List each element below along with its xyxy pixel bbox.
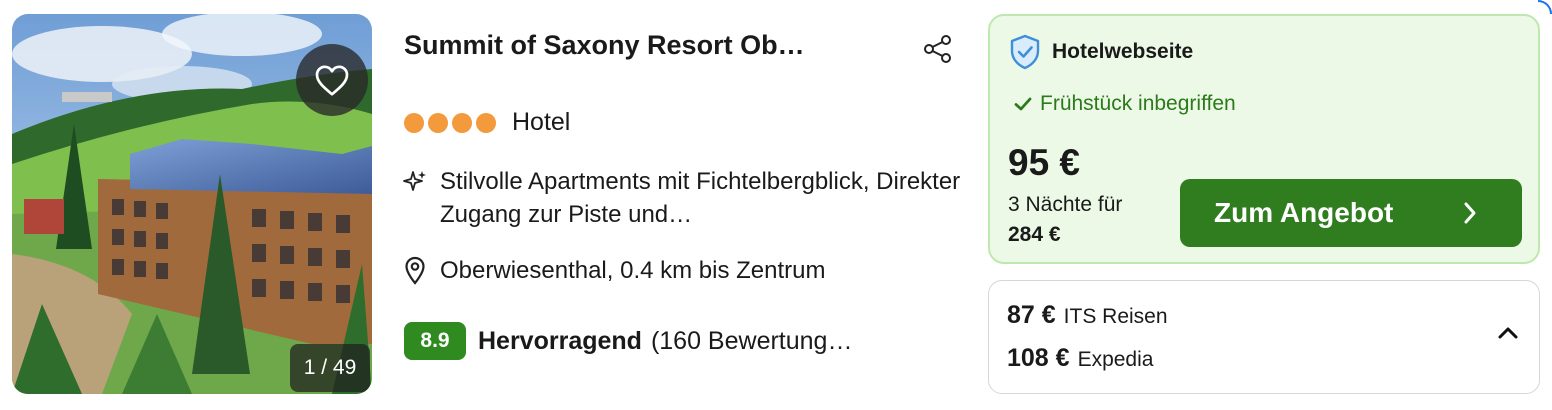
offer-price: 87 € [1007, 301, 1056, 329]
offer-provider: Expedia [1077, 348, 1154, 371]
guest-rating[interactable]: 8.9 Hervorragend (160 Bewertung… [404, 322, 852, 360]
highlight-text: Stilvolle Apartments mit Fichtelbergblic… [440, 168, 961, 228]
star-dot [428, 112, 448, 133]
nightly-price: 95 € [1008, 142, 1081, 183]
chevron-right-icon [1464, 202, 1476, 224]
checkmark-icon [1014, 97, 1032, 111]
photo-counter: 1 / 49 [290, 344, 370, 392]
breakfast-text: Frühstück inbegriffen [1040, 92, 1236, 115]
hotel-highlight: Stilvolle Apartments mit Fichtelbergblic… [402, 165, 980, 231]
view-deal-button[interactable]: Zum Angebot [1180, 179, 1522, 247]
shield-check-icon [1010, 34, 1040, 70]
total-price-info: 3 Nächte für 284 € [1008, 190, 1122, 250]
star-dot [476, 112, 496, 133]
deal-provider-name: Hotelwebseite [1052, 40, 1194, 63]
star-dot [404, 112, 424, 133]
best-deal-box[interactable]: Hotelwebseite Frühstück inbegriffen 95 €… [988, 14, 1540, 264]
star-dot [452, 112, 472, 133]
offer-provider: ITS Reisen [1063, 305, 1168, 328]
offer-price: 108 € [1007, 344, 1070, 372]
rating-label: Hervorragend [478, 326, 642, 355]
offer-row[interactable]: 108 € Expedia [1007, 344, 1153, 373]
total-price: 284 € [1008, 223, 1061, 246]
hotel-result-card[interactable]: 1 / 49 Summit of Saxony Resort Ob… Hotel… [0, 0, 1552, 410]
share-button[interactable] [922, 33, 954, 65]
location-pin-icon [405, 256, 425, 285]
favorite-button[interactable] [296, 44, 368, 116]
other-offers-box[interactable]: 87 € ITS Reisen 108 € Expedia [988, 280, 1540, 394]
chevron-up-icon [1498, 327, 1518, 339]
sparkle-icon [403, 171, 426, 191]
deal-provider: Hotelwebseite [1008, 34, 1193, 70]
nights-text: 3 Nächte für [1008, 193, 1123, 216]
accommodation-type: Hotel [512, 108, 571, 136]
heart-icon [315, 65, 349, 96]
hotel-location[interactable]: Oberwiesenthal, 0.4 km bis Zentrum [404, 256, 826, 286]
share-icon [924, 35, 951, 63]
breakfast-included: Frühstück inbegriffen [1014, 92, 1236, 116]
star-rating [404, 112, 500, 133]
card-focus-outline [1538, 0, 1552, 14]
hotel-name[interactable]: Summit of Saxony Resort Ob… [404, 30, 805, 61]
collapse-offers-button[interactable] [1497, 325, 1519, 346]
hotel-photo[interactable]: 1 / 49 [12, 14, 372, 394]
hotel-category: Hotel [404, 108, 570, 137]
location-text: Oberwiesenthal, 0.4 km bis Zentrum [440, 257, 826, 284]
review-count: (160 Bewertung… [650, 326, 853, 355]
offer-row[interactable]: 87 € ITS Reisen [1007, 301, 1168, 330]
view-deal-label: Zum Angebot [1214, 197, 1394, 228]
rating-score-badge: 8.9 [404, 322, 466, 360]
